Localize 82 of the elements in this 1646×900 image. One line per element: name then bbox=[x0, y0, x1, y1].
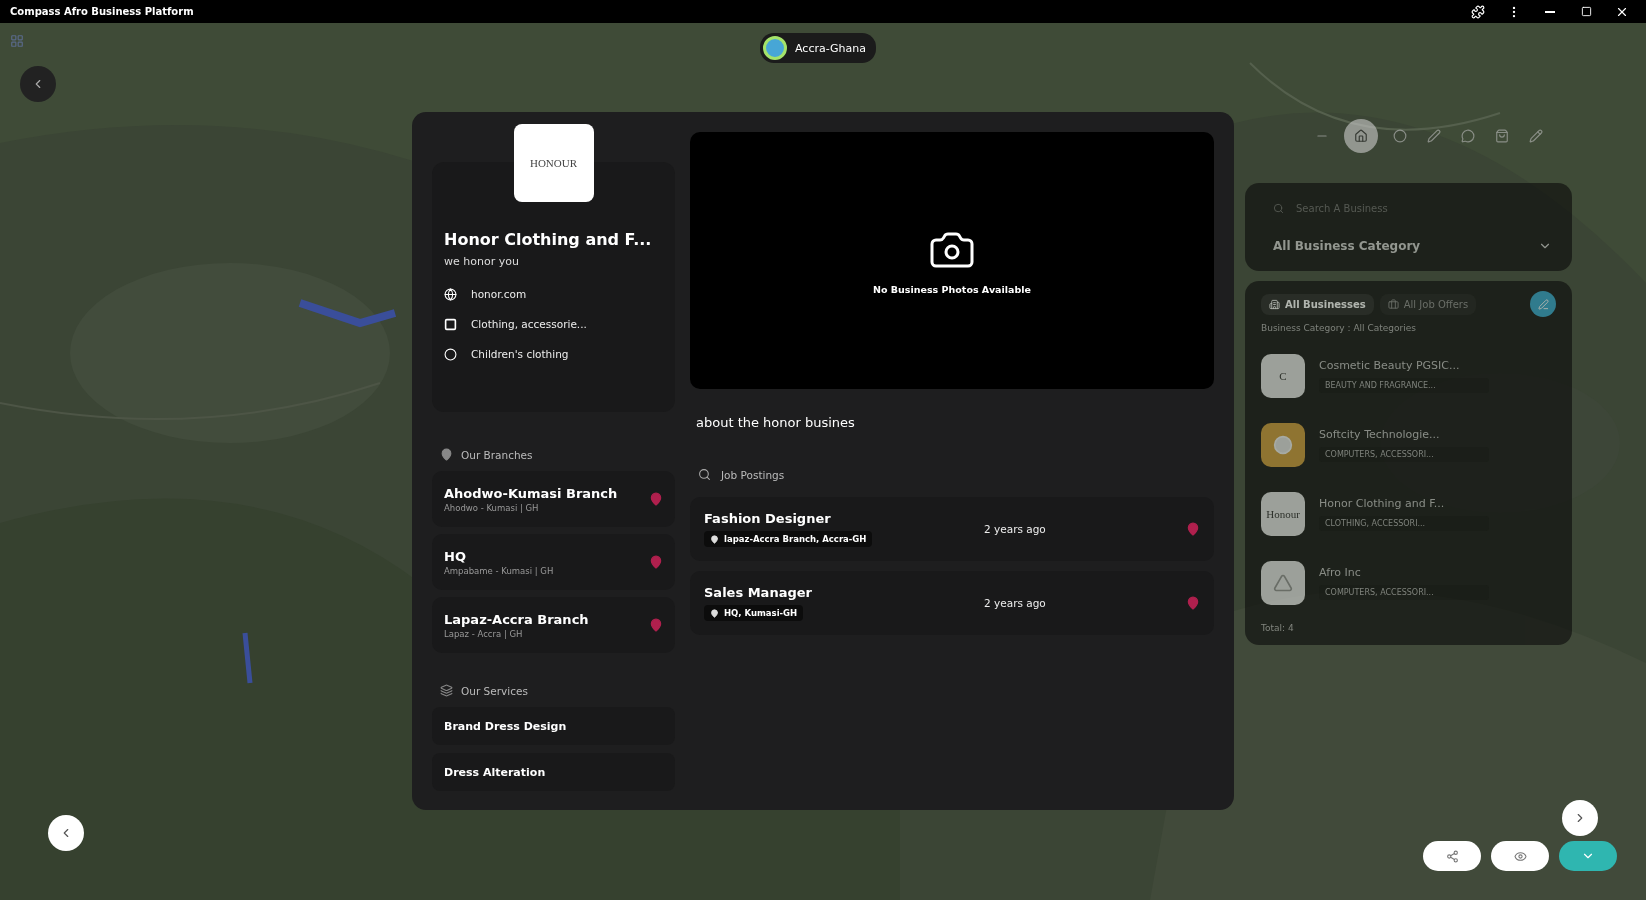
business-category: CLOTHING, ACCESSORI... bbox=[1319, 515, 1489, 531]
window-title: Compass Afro Business Platform bbox=[10, 6, 195, 17]
job-card[interactable]: Sales Manager HQ, Kumasi-GH 2 years ago bbox=[690, 571, 1214, 635]
job-location: HQ, Kumasi-GH bbox=[724, 608, 798, 618]
briefcase-icon bbox=[1387, 298, 1399, 310]
pen-icon bbox=[1426, 129, 1441, 143]
job-title: Fashion Designer bbox=[704, 511, 832, 526]
branch-address: Ahodwo - Kumasi | GH bbox=[444, 502, 540, 513]
edit-icon bbox=[1537, 298, 1549, 310]
branch-name: Ahodwo-Kumasi Branch bbox=[444, 485, 619, 501]
square-icon bbox=[444, 317, 457, 331]
globe-icon bbox=[444, 287, 457, 301]
section-title: Our Services bbox=[461, 684, 528, 697]
business-tagline: we honor you bbox=[444, 255, 520, 268]
empty-message: No Business Photos Available bbox=[873, 284, 1031, 295]
puzzle-icon bbox=[1471, 4, 1485, 19]
posted-time: 2 years ago bbox=[984, 523, 1047, 535]
business-detail: Clothing, accessorie... bbox=[471, 318, 587, 330]
minimize-icon bbox=[1545, 10, 1555, 13]
branch-name: HQ bbox=[444, 548, 467, 564]
map-pin-icon bbox=[440, 448, 453, 461]
job-card[interactable]: Fashion Designer lapaz-Accra Branch, Accra-GH 2 years ago bbox=[690, 497, 1214, 561]
view-button[interactable] bbox=[1491, 841, 1549, 871]
service-item: Dress Alteration bbox=[432, 753, 675, 791]
branch-card[interactable]: Ahodwo-Kumasi Branch Ahodwo - Kumasi | GH bbox=[432, 471, 675, 527]
share-icon bbox=[1445, 849, 1459, 863]
business-name[interactable]: Cosmetic Beauty PGSIC... bbox=[1319, 358, 1489, 372]
map-tool-button[interactable] bbox=[1343, 119, 1378, 153]
map-pin-icon bbox=[649, 618, 663, 632]
map-pin-icon bbox=[710, 608, 719, 618]
location-chip[interactable]: Accra-Ghana bbox=[760, 33, 876, 63]
maximize-icon bbox=[1580, 6, 1592, 17]
job-location: lapaz-Accra Branch, Accra-GH bbox=[724, 534, 867, 544]
business-category: BEAUTY AND FRAGRANCE... bbox=[1319, 377, 1489, 393]
triangle-icon bbox=[1273, 572, 1293, 593]
branch-address: Ampabame - Kumasi | GH bbox=[444, 565, 555, 576]
share-button[interactable] bbox=[1423, 841, 1481, 871]
business-category: COMPUTERS, ACCESSORI... bbox=[1319, 584, 1489, 600]
house-icon bbox=[1353, 129, 1368, 143]
branch-name: Lapaz-Accra Branch bbox=[444, 611, 590, 627]
map-pin-icon bbox=[1186, 596, 1200, 610]
total-count: Total: 4 bbox=[1261, 623, 1295, 633]
bag-icon bbox=[1494, 129, 1509, 143]
filter-label: Business Category : All Categories bbox=[1261, 323, 1417, 333]
map-pin-icon bbox=[649, 492, 663, 506]
category-select[interactable]: All Business Category bbox=[1263, 235, 1554, 257]
business-logo: HONOUR bbox=[513, 124, 594, 202]
eye-icon bbox=[1513, 849, 1527, 863]
circle-icon bbox=[1392, 129, 1407, 143]
business-logo: C bbox=[1261, 353, 1305, 398]
chat-icon bbox=[1460, 129, 1475, 143]
about-text: about the honor busines bbox=[696, 415, 856, 430]
business-name[interactable]: Honor Clothing and F... bbox=[1319, 496, 1489, 510]
posted-time: 2 years ago bbox=[984, 597, 1047, 609]
pencil-icon bbox=[1528, 129, 1543, 143]
branch-card[interactable]: Lapaz-Accra Branch Lapaz - Accra | GH bbox=[432, 597, 675, 653]
section-title: Job Postings bbox=[721, 468, 785, 481]
search-icon bbox=[698, 468, 711, 481]
layers-icon bbox=[440, 684, 453, 697]
map-pin-icon bbox=[1186, 522, 1200, 536]
location-avatar bbox=[763, 36, 787, 60]
business-name[interactable]: Softcity Technologie... bbox=[1319, 427, 1489, 441]
section-title: Our Branches bbox=[461, 448, 533, 461]
circle-icon bbox=[444, 347, 457, 361]
building-icon bbox=[1269, 298, 1280, 310]
business-name: Honor Clothing and F... bbox=[444, 230, 653, 249]
branch-card[interactable]: HQ Ampabame - Kumasi | GH bbox=[432, 534, 675, 590]
business-logo: Honour bbox=[1261, 491, 1305, 536]
business-category: COMPUTERS, ACCESSORI... bbox=[1319, 446, 1489, 462]
collapse-button[interactable] bbox=[1559, 841, 1617, 871]
list-tab[interactable]: All Businesses bbox=[1261, 293, 1374, 315]
branch-address: Lapaz - Accra | GH bbox=[444, 628, 524, 639]
search-icon bbox=[1273, 202, 1284, 214]
business-detail: honor.com bbox=[471, 288, 527, 300]
edit-button[interactable] bbox=[1530, 291, 1556, 317]
map-pin-icon bbox=[710, 534, 719, 544]
circle-icon bbox=[1273, 434, 1293, 455]
business-name[interactable]: Afro Inc bbox=[1319, 565, 1489, 579]
service-item: Brand Dress Design bbox=[432, 707, 675, 745]
map-pin-icon bbox=[649, 555, 663, 569]
job-title: Sales Manager bbox=[704, 585, 813, 600]
business-detail: Children's clothing bbox=[471, 348, 569, 360]
